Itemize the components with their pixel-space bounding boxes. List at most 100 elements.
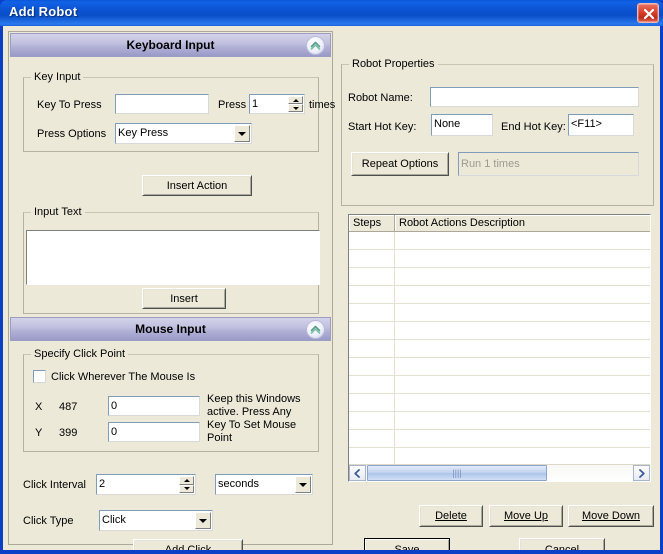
save-label: Save — [394, 544, 419, 550]
cell-steps — [349, 304, 395, 321]
robot-actions-grid[interactable]: Steps Robot Actions Description |||| — [348, 214, 651, 482]
keyboard-input-section-header[interactable]: Keyboard Input — [10, 33, 331, 57]
table-row[interactable] — [349, 394, 650, 412]
click-interval-down-button[interactable] — [179, 485, 194, 494]
move-down-label: Move Down — [582, 510, 640, 522]
chevron-right-icon — [637, 469, 646, 478]
insert-action-label: Insert Action — [167, 180, 228, 192]
mouse-input-section-title: Mouse Input — [135, 322, 206, 336]
table-row[interactable] — [349, 448, 650, 464]
table-row[interactable] — [349, 250, 650, 268]
x-label: X — [35, 401, 42, 413]
cell-description — [395, 340, 650, 357]
key-to-press-input[interactable] — [115, 94, 209, 114]
press-count-stepper[interactable]: 1 — [249, 94, 305, 114]
delete-button[interactable]: Delete — [419, 505, 483, 527]
repeat-options-label: Repeat Options — [362, 158, 438, 170]
add-robot-window: Add Robot Keyboard Input Ke — [0, 0, 663, 554]
press-count-down-button[interactable] — [288, 104, 303, 112]
click-interval-stepper[interactable]: 2 — [96, 474, 196, 495]
press-options-select[interactable]: Key Press — [115, 123, 252, 144]
table-row[interactable] — [349, 430, 650, 448]
cell-description — [395, 358, 650, 375]
cancel-button[interactable]: Cancel — [519, 538, 605, 550]
press-count-value: 1 — [252, 98, 258, 110]
click-interval-label: Click Interval — [23, 479, 86, 491]
chevron-left-icon — [353, 469, 362, 478]
window-title: Add Robot — [9, 4, 77, 19]
hscroll-thumb[interactable]: |||| — [367, 465, 547, 481]
cell-steps — [349, 394, 395, 411]
delete-label: Delete — [435, 510, 467, 522]
chevron-down-icon-2[interactable] — [295, 476, 311, 493]
table-row[interactable] — [349, 322, 650, 340]
scroll-left-button[interactable] — [349, 465, 366, 481]
end-hot-key-input[interactable]: <F11> — [568, 114, 634, 136]
cell-description — [395, 412, 650, 429]
chevron-up-circle-icon-2[interactable] — [306, 320, 325, 339]
dialog-client-area: Keyboard Input Key Input Key To Press Pr… — [3, 26, 660, 550]
table-row[interactable] — [349, 376, 650, 394]
start-hot-key-input[interactable]: None — [431, 114, 493, 136]
move-up-label: Move Up — [504, 510, 548, 522]
hscroll-thumb-grip: |||| — [452, 468, 461, 478]
column-header-steps[interactable]: Steps — [349, 215, 395, 231]
click-wherever-checkbox[interactable] — [33, 370, 46, 383]
robot-properties-group-title: Robot Properties — [349, 58, 438, 70]
scroll-right-button[interactable] — [633, 465, 650, 481]
cell-description — [395, 250, 650, 267]
chevron-up-circle-icon[interactable] — [306, 36, 325, 55]
chevron-down-icon-3[interactable] — [195, 512, 211, 529]
cell-steps — [349, 358, 395, 375]
insert-label: Insert — [170, 293, 198, 305]
add-click-button[interactable]: Add Click — [133, 539, 243, 550]
close-button[interactable] — [637, 3, 659, 23]
robot-actions-grid-header: Steps Robot Actions Description — [349, 215, 650, 232]
click-interval-spin-buttons[interactable] — [179, 476, 194, 493]
click-interval-up-button[interactable] — [179, 476, 194, 485]
x-current-value: 487 — [59, 401, 77, 413]
table-row[interactable] — [349, 286, 650, 304]
table-row[interactable] — [349, 232, 650, 250]
left-panel: Keyboard Input Key Input Key To Press Pr… — [8, 31, 333, 545]
cell-description — [395, 268, 650, 285]
save-button[interactable]: Save — [364, 538, 450, 550]
cell-description — [395, 286, 650, 303]
chevron-down-icon[interactable] — [234, 125, 250, 142]
move-down-button[interactable]: Move Down — [568, 505, 654, 527]
cell-description — [395, 304, 650, 321]
insert-action-button[interactable]: Insert Action — [142, 175, 252, 196]
robot-actions-hscrollbar[interactable]: |||| — [349, 464, 650, 481]
press-options-label: Press Options — [37, 128, 106, 140]
cell-steps — [349, 412, 395, 429]
input-text-area[interactable] — [26, 230, 320, 285]
y-coordinate-input[interactable]: 0 — [108, 422, 200, 442]
table-row[interactable] — [349, 358, 650, 376]
press-options-value: Key Press — [118, 127, 168, 139]
click-type-select[interactable]: Click — [99, 510, 213, 531]
table-row[interactable] — [349, 340, 650, 358]
click-interval-unit-value: seconds — [218, 478, 259, 490]
repeat-options-button[interactable]: Repeat Options — [351, 152, 449, 176]
table-row[interactable] — [349, 412, 650, 430]
mouse-input-section-header[interactable]: Mouse Input — [10, 317, 331, 341]
robot-name-input[interactable] — [430, 87, 639, 107]
x-coordinate-input[interactable]: 0 — [108, 396, 200, 416]
cell-steps — [349, 232, 395, 249]
insert-button[interactable]: Insert — [142, 288, 226, 309]
click-interval-unit-select[interactable]: seconds — [215, 474, 313, 495]
table-row[interactable] — [349, 268, 650, 286]
times-label: times — [309, 99, 335, 111]
start-hot-key-label: Start Hot Key: — [348, 121, 416, 133]
end-hot-key-label: End Hot Key: — [501, 121, 566, 133]
press-label: Press — [218, 99, 246, 111]
cell-steps — [349, 376, 395, 393]
move-up-button[interactable]: Move Up — [489, 505, 563, 527]
cell-description — [395, 232, 650, 249]
robot-actions-grid-body[interactable] — [349, 232, 650, 464]
press-count-spin-buttons[interactable] — [288, 96, 303, 112]
column-header-description[interactable]: Robot Actions Description — [395, 215, 650, 231]
table-row[interactable] — [349, 304, 650, 322]
press-count-up-button[interactable] — [288, 96, 303, 104]
keyboard-input-section-title: Keyboard Input — [126, 38, 214, 52]
